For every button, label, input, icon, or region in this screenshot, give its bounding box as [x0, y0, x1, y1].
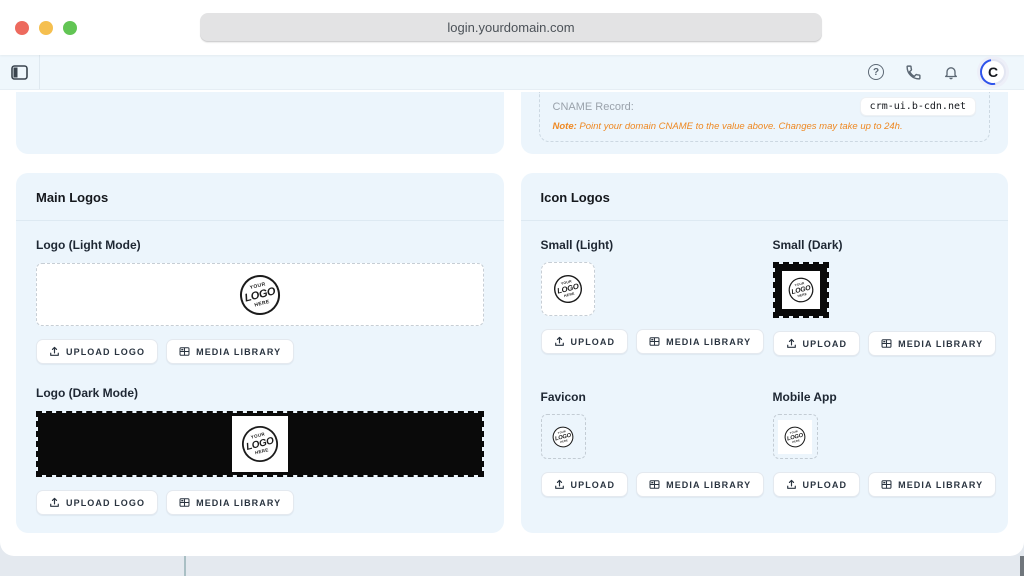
- favicon-drop-zone[interactable]: YOUR LOGO HERE: [541, 414, 586, 459]
- media-library-dark-label: MEDIA LIBRARY: [196, 498, 281, 508]
- upload-logo-dark-button[interactable]: UPLOAD LOGO: [36, 490, 158, 515]
- upload-favicon-button[interactable]: UPLOAD: [541, 472, 629, 497]
- your-logo-here-placeholder: YOUR LOGO HERE: [236, 270, 284, 318]
- maximize-button[interactable]: [63, 21, 77, 35]
- notifications-button[interactable]: [943, 64, 959, 81]
- mobile-app-preview: YOUR LOGO HERE: [778, 420, 812, 454]
- your-logo-here-placeholder: YOUR LOGO HERE: [785, 275, 815, 305]
- upload-small-light-button[interactable]: UPLOAD: [541, 329, 629, 354]
- upload-icon: [554, 336, 565, 347]
- media-library-icon: [649, 479, 660, 490]
- upload-icon: [786, 338, 797, 349]
- small-dark-section: Small (Dark) YOUR LOGO HERE: [773, 238, 997, 356]
- upload-logo-light-label: UPLOAD LOGO: [66, 347, 145, 357]
- media-library-dark-button[interactable]: MEDIA LIBRARY: [166, 490, 294, 515]
- media-library-icon: [881, 479, 892, 490]
- logo-dark-label: Logo (Dark Mode): [36, 386, 484, 400]
- media-library-icon: [649, 336, 660, 347]
- your-logo-here-placeholder: YOUR LOGO HERE: [550, 424, 575, 449]
- media-library-mobile-app-button[interactable]: MEDIA LIBRARY: [868, 472, 996, 497]
- media-library-icon: [179, 346, 190, 357]
- upload-favicon-label: UPLOAD: [571, 480, 616, 490]
- media-library-favicon-label: MEDIA LIBRARY: [666, 480, 751, 490]
- minimize-button[interactable]: [39, 21, 53, 35]
- upload-mobile-app-label: UPLOAD: [803, 480, 848, 490]
- mobile-app-drop-zone[interactable]: YOUR LOGO HERE: [773, 414, 818, 459]
- avatar-letter: C: [988, 64, 998, 80]
- small-dark-drop-zone[interactable]: YOUR LOGO HERE: [773, 262, 829, 318]
- strip-divider: [184, 556, 186, 576]
- media-library-small-dark-button[interactable]: MEDIA LIBRARY: [868, 331, 996, 356]
- upload-icon: [49, 497, 60, 508]
- logo-light-label: Logo (Light Mode): [36, 238, 484, 252]
- logo-dark-drop-zone[interactable]: YOUR LOGO HERE: [36, 411, 484, 477]
- traffic-lights: [15, 21, 77, 35]
- close-button[interactable]: [15, 21, 29, 35]
- page-content: CNAME Record: crm-ui.b-cdn.net Note: Poi…: [0, 90, 1024, 533]
- cname-note-text: Point your domain CNAME to the value abo…: [579, 121, 902, 132]
- cname-section: CNAME Record: crm-ui.b-cdn.net Note: Poi…: [539, 92, 991, 142]
- cname-note-prefix: Note:: [553, 121, 577, 132]
- strip-handle: [1020, 556, 1024, 576]
- icon-logos-card: Icon Logos Small (Light) YOUR LOGO HERE: [521, 173, 1009, 533]
- browser-window: login.yourdomain.com ?: [0, 0, 1024, 556]
- media-library-mobile-app-label: MEDIA LIBRARY: [898, 480, 983, 490]
- upload-small-light-label: UPLOAD: [571, 337, 616, 347]
- small-light-drop-zone[interactable]: YOUR LOGO HERE: [541, 262, 595, 316]
- upload-icon: [786, 479, 797, 490]
- media-library-small-dark-label: MEDIA LIBRARY: [898, 339, 983, 349]
- browser-chrome: login.yourdomain.com: [0, 0, 1024, 55]
- mobile-app-label: Mobile App: [773, 390, 997, 404]
- your-logo-here-placeholder: YOUR LOGO HERE: [782, 424, 807, 449]
- phone-icon: [905, 64, 922, 81]
- upload-logo-light-button[interactable]: UPLOAD LOGO: [36, 339, 158, 364]
- media-library-icon: [881, 338, 892, 349]
- upload-small-dark-label: UPLOAD: [803, 339, 848, 349]
- favicon-section: Favicon YOUR LOGO HERE: [541, 390, 773, 497]
- cname-record-value[interactable]: crm-ui.b-cdn.net: [860, 97, 976, 116]
- icon-logos-title: Icon Logos: [521, 173, 1009, 221]
- main-logos-card: Main Logos Logo (Light Mode) YOUR LOGO H…: [16, 173, 504, 533]
- account-avatar[interactable]: C: [980, 59, 1006, 85]
- media-library-light-button[interactable]: MEDIA LIBRARY: [166, 339, 294, 364]
- small-light-label: Small (Light): [541, 238, 773, 252]
- upload-logo-dark-label: UPLOAD LOGO: [66, 498, 145, 508]
- app-toolbar: ? C: [0, 55, 1024, 90]
- small-dark-preview: YOUR LOGO HERE: [782, 271, 820, 309]
- main-logos-title: Main Logos: [16, 173, 504, 221]
- cname-note: Note: Point your domain CNAME to the val…: [553, 121, 977, 132]
- cname-card: CNAME Record: crm-ui.b-cdn.net Note: Poi…: [521, 92, 1009, 154]
- custom-domain-card: [16, 92, 504, 154]
- bell-icon: [943, 64, 959, 81]
- upload-mobile-app-button[interactable]: UPLOAD: [773, 472, 861, 497]
- media-library-favicon-button[interactable]: MEDIA LIBRARY: [636, 472, 764, 497]
- media-library-light-label: MEDIA LIBRARY: [196, 347, 281, 357]
- upload-small-dark-button[interactable]: UPLOAD: [773, 331, 861, 356]
- sidebar-toggle-button[interactable]: [0, 55, 40, 89]
- phone-button[interactable]: [905, 64, 922, 81]
- media-library-icon: [179, 497, 190, 508]
- small-light-section: Small (Light) YOUR LOGO HERE: [541, 238, 773, 356]
- desktop-strip: [0, 556, 1024, 576]
- cname-record-label: CNAME Record:: [553, 101, 634, 113]
- your-logo-here-placeholder: YOUR LOGO HERE: [551, 272, 585, 306]
- mobile-app-section: Mobile App YOUR LOGO HERE: [773, 390, 997, 497]
- small-dark-label: Small (Dark): [773, 238, 997, 252]
- help-button[interactable]: ?: [868, 64, 884, 80]
- logo-dark-preview: YOUR LOGO HERE: [232, 416, 288, 472]
- upload-icon: [554, 479, 565, 490]
- address-bar[interactable]: login.yourdomain.com: [200, 13, 822, 42]
- help-icon: ?: [868, 64, 884, 80]
- your-logo-here-placeholder: YOUR LOGO HERE: [238, 422, 282, 466]
- media-library-small-light-label: MEDIA LIBRARY: [666, 337, 751, 347]
- sidebar-toggle-icon: [11, 65, 28, 80]
- media-library-small-light-button[interactable]: MEDIA LIBRARY: [636, 329, 764, 354]
- upload-icon: [49, 346, 60, 357]
- address-bar-url: login.yourdomain.com: [447, 20, 574, 35]
- logo-light-drop-zone[interactable]: YOUR LOGO HERE: [36, 263, 484, 326]
- favicon-label: Favicon: [541, 390, 773, 404]
